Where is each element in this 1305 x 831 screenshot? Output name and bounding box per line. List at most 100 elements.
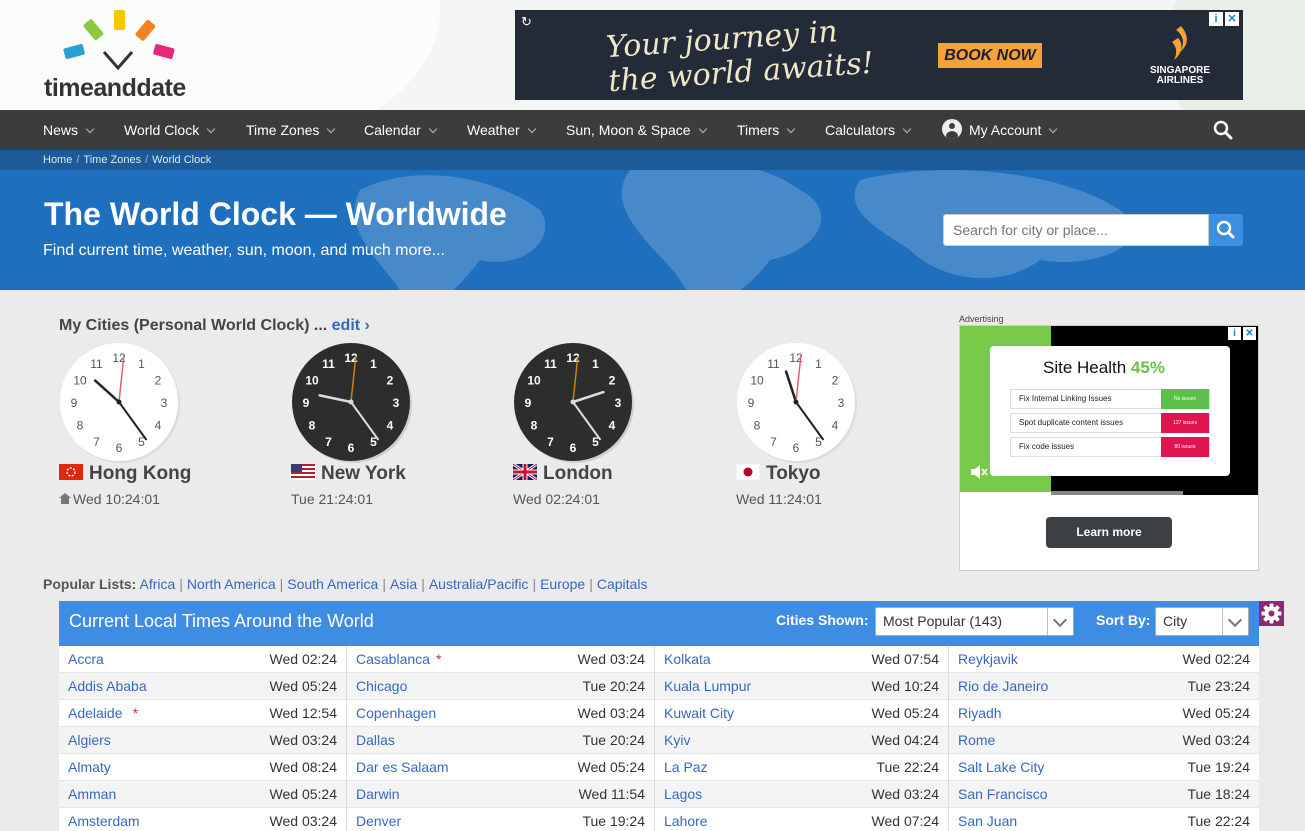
city-link[interactable]: Kuwait City <box>664 700 734 726</box>
city-link[interactable]: Adelaide <box>68 700 123 726</box>
city-link[interactable]: Chicago <box>356 673 407 699</box>
city-link[interactable]: Lagos <box>664 781 702 807</box>
pipe-separator: | <box>532 576 537 592</box>
city-time: Tue 21:24:01 <box>291 491 373 507</box>
city-name: London <box>513 463 613 485</box>
city-link[interactable]: San Juan <box>958 808 1017 831</box>
city-link[interactable]: Riyadh <box>958 700 1002 726</box>
clock-dial-number: 7 <box>325 435 332 449</box>
city-time: Wed 11:24:01 <box>736 491 822 507</box>
table-row: Almaty Wed 08:24 <box>59 754 346 781</box>
clock-center <box>570 399 576 405</box>
popular-link-australia-pacific[interactable]: Australia/Pacific <box>429 576 529 592</box>
city-link[interactable]: Casablanca <box>356 646 430 672</box>
city-clock-card[interactable]: 12 1 2 3 4 5 6 7 8 9 10 11 Tokyo Wed 11:24:01 <box>736 342 936 512</box>
pipe-separator: | <box>382 576 386 592</box>
settings-gear-button[interactable] <box>1259 601 1284 626</box>
city-link[interactable]: Lahore <box>664 808 708 831</box>
city-link[interactable]: San Francisco <box>958 781 1047 807</box>
clock-dial-number: 1 <box>370 357 377 371</box>
edit-cities-link[interactable]: edit › <box>332 317 370 334</box>
popular-link-africa[interactable]: Africa <box>139 576 175 592</box>
popular-link-europe[interactable]: Europe <box>540 576 585 592</box>
table-row: Adelaide * Wed 12:54 <box>59 700 346 727</box>
sort-by-select[interactable]: City <box>1155 607 1249 636</box>
popular-link-capitals[interactable]: Capitals <box>597 576 648 592</box>
cities-shown-value: Most Popular (143) <box>883 613 1003 629</box>
ad-close-icon[interactable]: ✕ <box>1225 12 1239 26</box>
side-advertisement[interactable]: Site Health 45% Fix Internal Linking Iss… <box>959 325 1259 571</box>
ad-info-icon[interactable]: i <box>1209 12 1223 26</box>
mute-icon[interactable] <box>970 464 988 480</box>
site-health-pill: No issues <box>1161 389 1209 409</box>
city-link[interactable]: Dallas <box>356 727 395 753</box>
nav-calculators[interactable]: Calculators <box>825 110 912 150</box>
ad-info-icon[interactable]: i <box>1228 327 1241 340</box>
city-link[interactable]: Amsterdam <box>68 808 140 831</box>
dst-star: * <box>132 705 139 721</box>
book-now-button[interactable]: BOOK NOW <box>938 43 1042 68</box>
city-link[interactable]: Rome <box>958 727 995 753</box>
clock-dial-number: 7 <box>93 435 100 449</box>
nav-weather[interactable]: Weather <box>467 110 536 150</box>
table-row: Kuala Lumpur Wed 10:24 <box>655 673 948 700</box>
nav-world-clock[interactable]: World Clock <box>124 110 216 150</box>
cities-shown-select[interactable]: Most Popular (143) <box>875 607 1074 636</box>
clock-dial-number: 1 <box>138 357 145 371</box>
top-advertisement[interactable]: ↻ Your journey in the world awaits! BOOK… <box>515 10 1243 100</box>
city-link[interactable]: Reykjavik <box>958 646 1018 672</box>
popular-link-north-america[interactable]: North America <box>187 576 276 592</box>
city-link[interactable]: Denver <box>356 808 401 831</box>
city-link[interactable]: Kyiv <box>664 727 690 753</box>
city-link[interactable]: Kuala Lumpur <box>664 673 751 699</box>
breadcrumb-time-zones[interactable]: Time Zones <box>83 154 141 166</box>
page-hero: The World Clock — Worldwide Find current… <box>0 170 1305 290</box>
clock-dial-number: 9 <box>748 396 755 410</box>
analog-clock: 12 1234567891011 <box>292 343 412 463</box>
search-icon[interactable] <box>1213 120 1233 140</box>
city-clock-card[interactable]: 12 1 2 3 4 5 6 7 8 9 10 11 London Wed 02:24:01 <box>513 342 713 512</box>
city-link[interactable]: Almaty <box>68 754 111 780</box>
city-clock-card[interactable]: 12 1 2 3 4 5 6 7 8 9 10 11 New York Tue 21:24:01 <box>291 342 491 512</box>
city-link[interactable]: Salt Lake City <box>958 754 1044 780</box>
nav-sun-moon-space[interactable]: Sun, Moon & Space <box>566 110 707 150</box>
nav-timers[interactable]: Timers <box>737 110 796 150</box>
city-clock-card[interactable]: 12 1 2 3 4 5 6 7 8 9 10 11 Hong Kong Wed 10:24:01 <box>59 342 259 512</box>
popular-link-south-america[interactable]: South America <box>287 576 378 592</box>
breadcrumb-home[interactable]: Home <box>43 154 72 166</box>
clock-dial-number: 6 <box>348 441 355 455</box>
city-link[interactable]: Copenhagen <box>356 700 436 726</box>
city-search-button[interactable] <box>1209 214 1243 246</box>
table-row: Lahore Wed 07:24 <box>655 808 948 831</box>
site-logo[interactable]: timeanddate <box>42 8 202 103</box>
city-link[interactable]: Amman <box>68 781 116 807</box>
airline-bird-icon <box>1172 26 1187 60</box>
clock-dial-number: 4 <box>387 419 394 433</box>
city-link[interactable]: Rio de Janeiro <box>958 673 1048 699</box>
replay-icon[interactable]: ↻ <box>521 14 532 30</box>
city-search-input[interactable] <box>943 214 1209 246</box>
nav-news[interactable]: News <box>43 110 95 150</box>
city-link[interactable]: Darwin <box>356 781 400 807</box>
popular-link-asia[interactable]: Asia <box>390 576 417 592</box>
learn-more-button[interactable]: Learn more <box>1046 517 1172 548</box>
table-row: Dar es Salaam Wed 05:24 <box>347 754 654 781</box>
city-link[interactable]: La Paz <box>664 754 708 780</box>
city-link[interactable]: Algiers <box>68 727 111 753</box>
city-time: Wed 10:24:01 <box>59 491 160 507</box>
city-link[interactable]: Accra <box>68 646 104 672</box>
clock-dial-number: 7 <box>547 435 554 449</box>
city-link[interactable]: Addis Ababa <box>68 673 147 699</box>
clock-dial-number: 4 <box>609 419 616 433</box>
site-health-pill: 80 issues <box>1161 437 1209 457</box>
ad-close-icon[interactable]: ✕ <box>1243 327 1256 340</box>
city-link[interactable]: Kolkata <box>664 646 711 672</box>
nav-time-zones[interactable]: Time Zones <box>246 110 336 150</box>
city-link[interactable]: Dar es Salaam <box>356 754 449 780</box>
nav-label: News <box>43 122 79 138</box>
breadcrumb-world-clock[interactable]: World Clock <box>152 154 211 166</box>
nav-calendar[interactable]: Calendar <box>364 110 438 150</box>
nav-my-account[interactable]: My Account <box>942 110 1058 150</box>
clock-dial-number: 6 <box>570 441 577 455</box>
table-row: Chicago Tue 20:24 <box>347 673 654 700</box>
